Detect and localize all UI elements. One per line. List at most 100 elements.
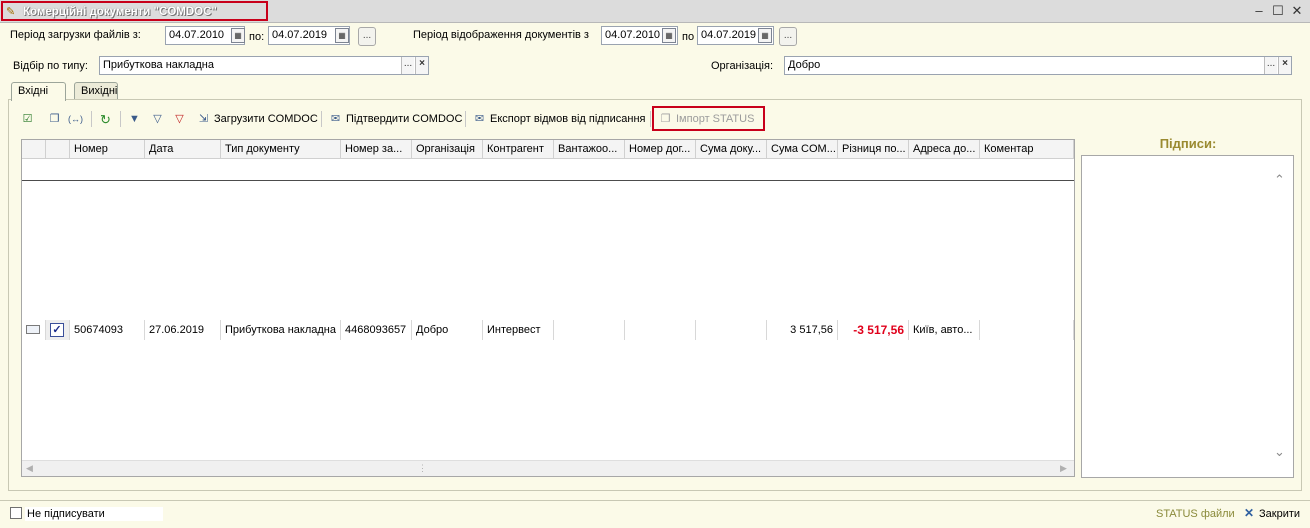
export-refusals-button[interactable]: ✉ Експорт відмов від підписання xyxy=(472,110,646,128)
minimize-icon[interactable]: – xyxy=(1252,4,1266,18)
import-icon: ❐ xyxy=(660,112,671,125)
cell-order-number: 4468093657 xyxy=(341,320,412,340)
table-row[interactable]: ✓ 50674093 27.06.2019 Прибуткова накладн… xyxy=(22,160,1074,340)
confirm-comdoc-label: Підтвердити COMDOC xyxy=(346,113,463,125)
row-divider xyxy=(22,180,1074,181)
window-title: Комерційні документи "COMDOC" xyxy=(23,6,217,18)
display-from-value: 04.07.2010 xyxy=(605,29,661,41)
app-icon: ✎ xyxy=(6,6,16,18)
tab-outgoing-label: Вихідні xyxy=(81,85,118,97)
cell-address: Київ, авто... xyxy=(909,320,980,340)
filter-settings-icon[interactable]: ▼ xyxy=(127,110,145,128)
import-status-label: Імпорт STATUS xyxy=(676,113,755,125)
column-header[interactable]: Сума COM... xyxy=(767,140,838,159)
confirm-icon: ✉ xyxy=(330,112,341,125)
toolbar-separator xyxy=(321,111,322,127)
toolbar-separator xyxy=(91,111,92,127)
column-header[interactable]: Організація xyxy=(412,140,483,159)
column-header[interactable]: Різниця по... xyxy=(838,140,909,159)
check-all-icon[interactable]: ☑ xyxy=(20,110,38,128)
horizontal-scrollbar[interactable]: ◀ ⋮ ▶ xyxy=(22,460,1074,476)
display-period-select-button[interactable]: ... xyxy=(779,27,797,46)
column-header[interactable]: Тип документу xyxy=(221,140,341,159)
filter-clear-icon[interactable]: ▽ xyxy=(172,110,190,128)
type-filter-value: Прибуткова накладна xyxy=(103,59,214,71)
column-header[interactable]: Вантажоо... xyxy=(554,140,625,159)
chevron-up-icon[interactable]: ⌃ xyxy=(1274,172,1285,188)
confirm-comdoc-button[interactable]: ✉ Підтвердити COMDOC xyxy=(328,110,463,128)
cell-difference: -3 517,56 xyxy=(838,320,909,340)
column-header[interactable]: Сума доку... xyxy=(696,140,767,159)
calendar-icon[interactable]: ▦ xyxy=(758,28,772,43)
column-header[interactable]: Коментар xyxy=(980,140,1074,159)
type-filter-field[interactable]: Прибуткова накладна xyxy=(99,56,429,75)
cell-doc-type: Прибуткова накладна xyxy=(221,320,341,340)
close-x-icon: ✕ xyxy=(1244,506,1255,520)
cell-consignee xyxy=(554,320,625,340)
scroll-left-icon[interactable]: ◀ xyxy=(26,463,33,474)
export-icon: ✉ xyxy=(474,112,485,125)
filter-icon[interactable]: ▽ xyxy=(150,110,168,128)
column-header[interactable]: Номер xyxy=(70,140,145,159)
column-header[interactable]: Номер дог... xyxy=(625,140,696,159)
brackets-icon[interactable]: (↔) xyxy=(68,110,86,128)
cell-contract-number xyxy=(625,320,696,340)
column-header[interactable]: Адреса до... xyxy=(909,140,980,159)
copy-icon[interactable]: ❐ xyxy=(47,110,65,128)
dont-sign-checkbox[interactable] xyxy=(10,507,22,519)
load-icon: ⇲ xyxy=(198,112,209,125)
cell-date: 27.06.2019 xyxy=(145,320,221,340)
cell-comment xyxy=(980,320,1074,340)
document-icon xyxy=(22,320,46,340)
toolbar-separator xyxy=(120,111,121,127)
organization-label: Організація: xyxy=(711,60,773,72)
chevron-down-icon[interactable]: ⌄ xyxy=(1274,444,1285,460)
load-from-value: 04.07.2010 xyxy=(169,29,225,41)
column-header[interactable]: Дата xyxy=(145,140,221,159)
cell-comdoc-sum: 3 517,56 xyxy=(767,320,838,340)
status-files-link[interactable]: STATUS файли xyxy=(1156,507,1235,521)
row-checkbox[interactable]: ✓ xyxy=(46,320,70,340)
display-period-label: Період відображення документів з xyxy=(413,29,589,41)
cell-counterparty: Интервест xyxy=(483,320,554,340)
display-to-label: по xyxy=(682,31,695,43)
cell-number: 50674093 xyxy=(70,320,145,340)
type-select-button[interactable]: ... xyxy=(401,57,414,74)
calendar-icon[interactable]: ▦ xyxy=(662,28,676,43)
documents-table xyxy=(21,139,1075,477)
signatures-list[interactable]: ⌃ ⌄ xyxy=(1081,155,1294,478)
scroll-grip-icon[interactable]: ⋮ xyxy=(418,463,427,474)
load-comdoc-button[interactable]: ⇲ Загрузити COMDOC xyxy=(196,110,318,128)
tab-outgoing[interactable]: Вихідні xyxy=(74,82,118,100)
refresh-icon[interactable]: ↻ xyxy=(98,110,116,128)
column-header[interactable]: Номер за... xyxy=(341,140,412,159)
cell-organization: Добро xyxy=(412,320,483,340)
load-to-value: 04.07.2019 xyxy=(272,29,328,41)
load-to-label: по: xyxy=(249,31,265,43)
close-button[interactable]: Закрити xyxy=(1259,507,1300,521)
organization-select-button[interactable]: ... xyxy=(1264,57,1277,74)
toolbar-separator xyxy=(650,111,651,127)
column-header-icon xyxy=(22,140,46,159)
calendar-icon[interactable]: ▦ xyxy=(231,28,245,43)
tab-incoming-label: Вхідні xyxy=(18,85,49,97)
calendar-icon[interactable]: ▦ xyxy=(335,28,349,43)
organization-clear-icon[interactable]: × xyxy=(1278,57,1291,74)
maximize-icon[interactable]: ☐ xyxy=(1271,4,1285,18)
export-refusals-label: Експорт відмов від підписання xyxy=(490,113,646,125)
dont-sign-label[interactable]: Не підписувати xyxy=(25,507,163,521)
type-clear-icon[interactable]: × xyxy=(415,57,428,74)
load-comdoc-label: Загрузити COMDOC xyxy=(214,113,318,125)
column-header[interactable]: Контрагент xyxy=(483,140,554,159)
display-to-value: 04.07.2019 xyxy=(701,29,757,41)
organization-value: Добро xyxy=(788,59,821,71)
load-period-label: Період загрузки файлів з: xyxy=(10,29,141,41)
footer-divider xyxy=(0,500,1310,501)
scroll-right-icon[interactable]: ▶ xyxy=(1060,463,1067,474)
load-period-select-button[interactable]: ... xyxy=(358,27,376,46)
import-status-button[interactable]: ❐ Імпорт STATUS xyxy=(658,110,755,128)
tab-incoming[interactable]: Вхідні xyxy=(11,82,66,101)
type-filter-label: Відбір по типу: xyxy=(13,60,88,72)
close-icon[interactable]: ✕ xyxy=(1290,4,1304,18)
organization-field[interactable]: Добро xyxy=(784,56,1292,75)
